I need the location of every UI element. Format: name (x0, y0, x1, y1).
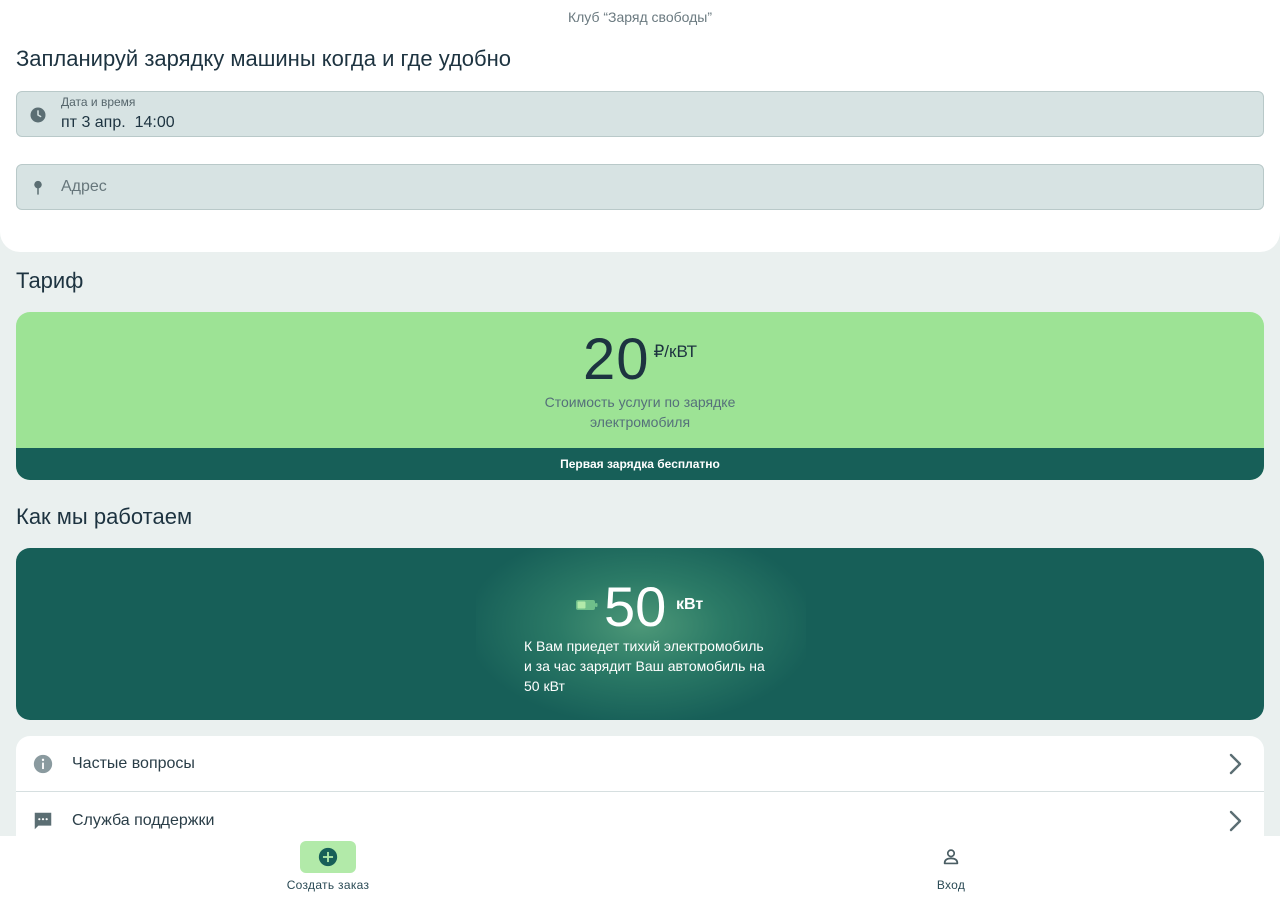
page-title: Запланируй зарядку машины когда и где уд… (16, 46, 512, 71)
tariff-promo-banner: Первая зарядка бесплатно (16, 448, 1264, 480)
address-field[interactable] (16, 164, 1264, 210)
tariff-price-unit: ₽/кВТ (653, 342, 698, 361)
menu-item-faq[interactable]: Частые вопросы (16, 736, 1264, 792)
menu-item-label: Частые вопросы (72, 755, 195, 772)
pin-icon (34, 180, 42, 195)
chevron-right-icon (1229, 753, 1242, 775)
nav-label: Вход (936, 878, 966, 892)
datetime-value: пт 3 апр. 14:00 (61, 114, 175, 131)
bottom-navigation: Создать заказ Вход (0, 836, 1280, 900)
power-value: 50 (604, 575, 667, 638)
battery-icon (576, 600, 598, 610)
nav-create-order[interactable]: Создать заказ (228, 836, 428, 900)
how-we-work-section-title: Как мы работаем (16, 504, 193, 529)
how-we-work-card: 50 кВт К Вам приедет тихий электромобиль… (16, 548, 1264, 720)
menu-item-label: Служба поддержки (72, 812, 215, 829)
club-name: Клуб “Заряд свободы” (567, 9, 713, 25)
nav-label: Создать заказ (286, 878, 370, 892)
power-unit: кВт (676, 596, 704, 613)
person-icon (943, 849, 959, 865)
tariff-price-value: 20 (582, 327, 650, 392)
chat-icon (34, 812, 52, 830)
tariff-section-title: Тариф (16, 268, 84, 293)
datetime-field[interactable]: Дата и время пт 3 апр. 14:00 (16, 91, 1264, 137)
datetime-label: Дата и время (61, 95, 136, 109)
info-icon (33, 754, 53, 774)
nav-icon-container (923, 841, 979, 873)
nav-active-indicator (300, 841, 356, 873)
tariff-card: 20 ₽/кВТ Стоимость услуги по зарядке элек… (16, 312, 1264, 480)
tariff-price: 20 ₽/кВТ (16, 326, 1264, 393)
tariff-description: Стоимость услуги по зарядке электромобил… (544, 394, 736, 430)
add-circle-icon (318, 847, 338, 867)
address-input[interactable] (61, 165, 1241, 209)
nav-login[interactable]: Вход (851, 836, 1051, 900)
clock-icon (30, 107, 46, 123)
chevron-right-icon (1229, 810, 1242, 832)
how-we-work-description: К Вам приедет тихий электромобиль и за ч… (524, 638, 765, 694)
